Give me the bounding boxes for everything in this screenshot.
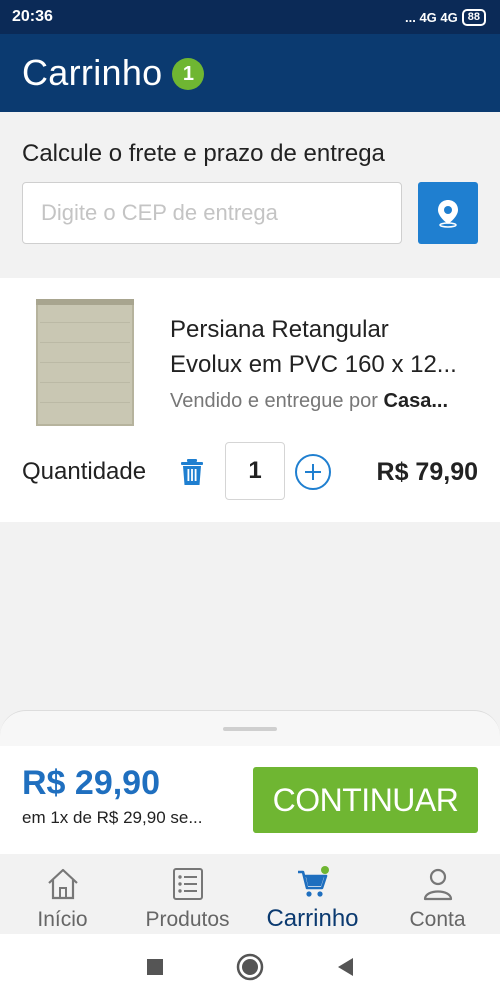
locate-button[interactable] [418, 182, 478, 244]
plus-glyph [305, 464, 321, 480]
drag-handle[interactable] [223, 727, 277, 731]
nav-label: Produtos [145, 908, 230, 931]
battery-icon: 88 [461, 8, 486, 26]
list-icon [172, 868, 203, 900]
item-price: R$ 79,90 [376, 458, 478, 486]
nav-item-conta[interactable]: Conta [375, 854, 500, 934]
product-image-slat [40, 402, 130, 403]
page-title: Carrinho [22, 52, 163, 93]
order-total: R$ 29,90 [22, 764, 160, 802]
product-image-slat [40, 342, 130, 343]
checkout-sheet-handle-area[interactable] [0, 710, 500, 746]
status-indicators: ... 4G 4G 88 [405, 8, 486, 26]
network-indicators: ... 4G 4G [405, 9, 458, 25]
product-name-line2: Evolux em PVC 160 x 12... [170, 351, 457, 378]
seller-prefix: Vendido e entregue por [170, 390, 378, 412]
app-header: Carrinho 1 [0, 34, 500, 112]
shipping-title: Calcule o frete e prazo de entrega [22, 140, 385, 167]
status-time: 20:36 [12, 8, 53, 25]
status-bar: 20:36 ... 4G 4G 88 [0, 0, 500, 34]
quantity-label: Quantidade [22, 458, 147, 485]
product-image-slat [40, 362, 130, 363]
cep-input[interactable] [22, 182, 402, 244]
nav-label: Conta [409, 908, 466, 931]
home-circle-icon[interactable] [235, 952, 265, 982]
user-icon [423, 868, 452, 901]
nav-item-produtos[interactable]: Produtos [125, 854, 250, 934]
product-image-slat [40, 322, 130, 323]
cart-count-badge: 1 [172, 58, 205, 90]
product-image-rail [36, 299, 134, 305]
installments-text: em 1x de R$ 29,90 se... [22, 808, 203, 827]
quantity-field[interactable]: 1 [225, 442, 285, 500]
cep-row [22, 182, 478, 244]
recents-icon[interactable] [145, 957, 165, 977]
home-icon [47, 868, 78, 900]
location-pin-icon [438, 200, 458, 228]
checkout-bar: R$ 29,90 em 1x de R$ 29,90 se... CONTINU… [0, 746, 500, 854]
nav-label: Carrinho [266, 905, 359, 932]
continue-button[interactable]: CONTINUAR [253, 767, 478, 833]
trash-icon[interactable] [180, 458, 204, 486]
nav-item-carrinho[interactable]: Carrinho [250, 854, 375, 934]
back-icon[interactable] [335, 956, 355, 978]
product-image[interactable] [36, 299, 134, 426]
nav-item-inicio[interactable]: Início [0, 854, 125, 934]
nav-label: Início [37, 908, 88, 931]
bottom-nav: Início Produtos Carrinho Conta [0, 854, 500, 934]
seller-info: Vendido e entregue por Casa... [170, 390, 480, 413]
product-name-line1: Persiana Retangular [170, 316, 389, 343]
cart-item: Persiana Retangular Evolux em PVC 160 x … [0, 278, 500, 522]
seller-name: Casa... [383, 390, 448, 412]
cart-icon-wrapper [295, 866, 331, 902]
product-image-slat [40, 382, 130, 383]
cart-notification-dot [320, 866, 329, 874]
plus-icon[interactable] [295, 454, 331, 490]
product-name[interactable]: Persiana Retangular Evolux em PVC 160 x … [170, 312, 482, 382]
shipping-section: Calcule o frete e prazo de entrega [0, 112, 500, 278]
android-nav-bar [0, 934, 500, 1000]
